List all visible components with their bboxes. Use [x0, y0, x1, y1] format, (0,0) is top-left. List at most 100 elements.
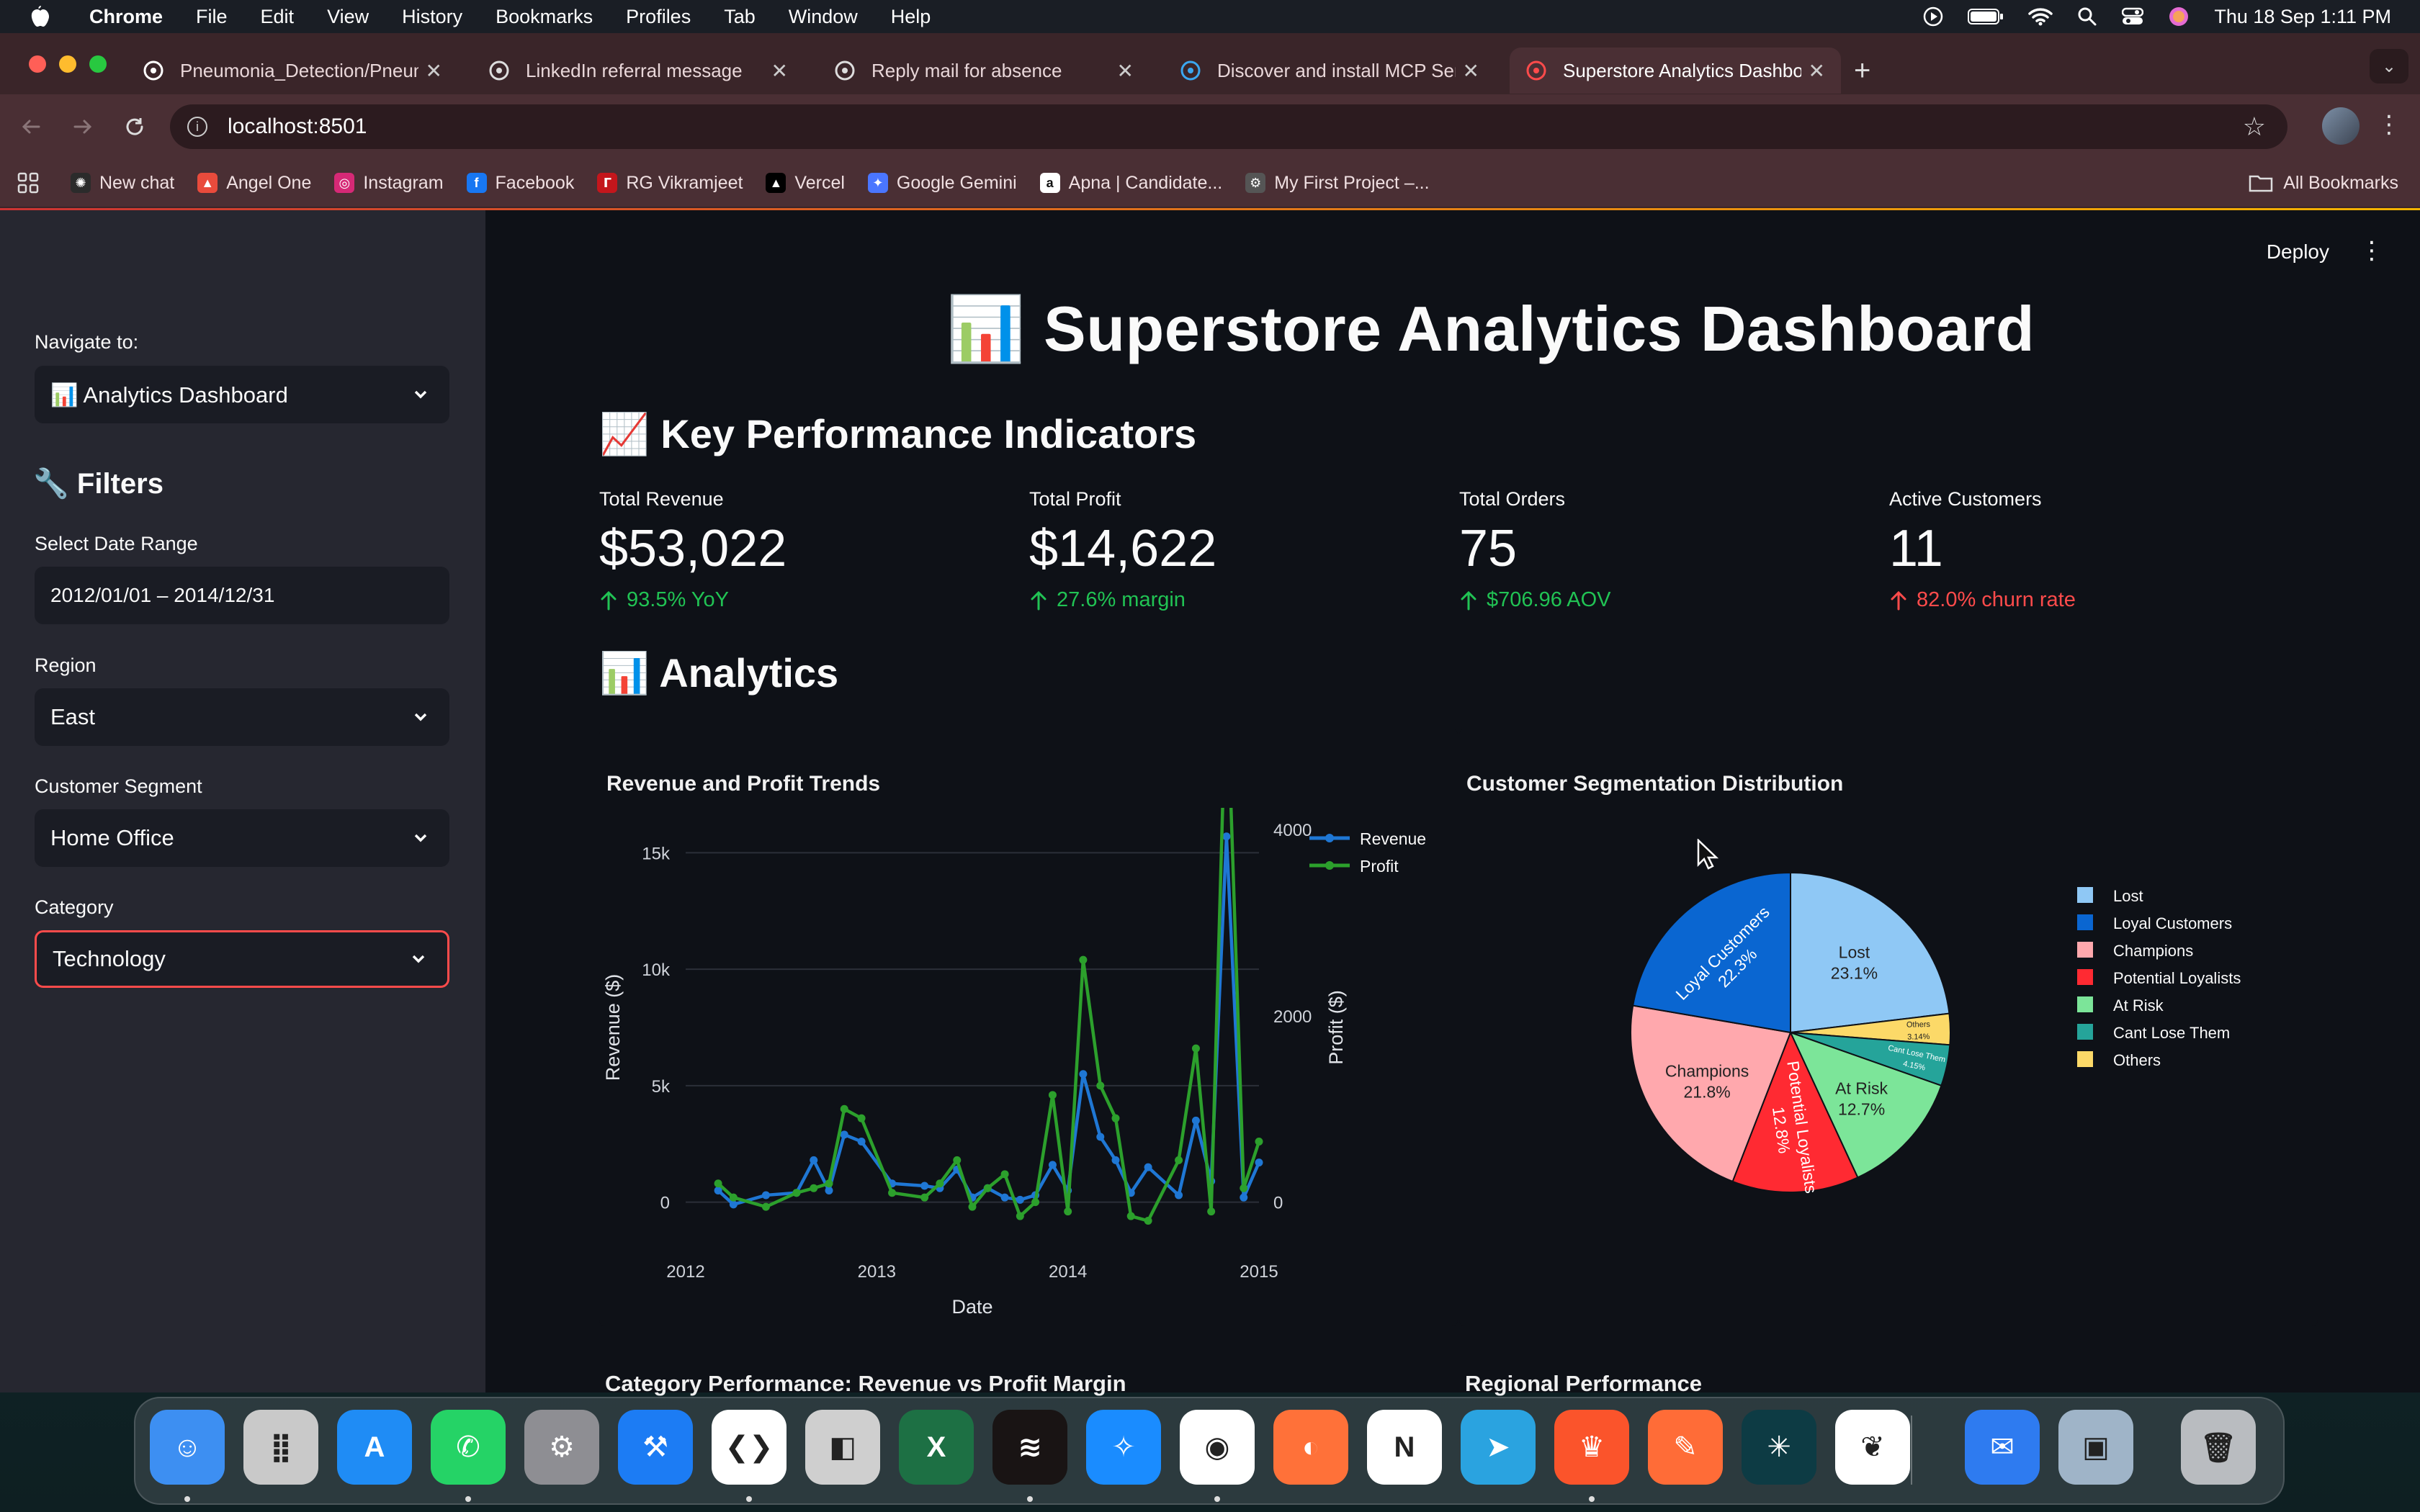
- bookmark-item[interactable]: ᒥ RG Vikramjeet: [597, 173, 743, 194]
- siri-icon[interactable]: [2168, 6, 2190, 27]
- menu-tab[interactable]: Tab: [724, 6, 756, 28]
- y2-tick-label: 2000: [1273, 1007, 1312, 1027]
- firefox-icon[interactable]: ◐: [1273, 1410, 1348, 1485]
- bookmark-star-icon[interactable]: ☆: [2243, 112, 2266, 142]
- spotlight-search-icon[interactable]: [2077, 6, 2097, 27]
- spotify-icon[interactable]: ≋: [992, 1410, 1067, 1485]
- app-menu-icon[interactable]: ⋮: [2360, 236, 2384, 265]
- x-tick-label: 2012: [666, 1262, 704, 1282]
- y-axis-label: Revenue ($): [602, 974, 624, 1081]
- mail-icon[interactable]: ✉: [1965, 1410, 2040, 1485]
- deploy-button[interactable]: Deploy: [2267, 240, 2329, 264]
- launchpad-icon[interactable]: ⣿: [243, 1410, 318, 1485]
- site-info-icon[interactable]: i: [187, 117, 207, 137]
- revenue-profit-chart[interactable]: Revenue and Profit Trends 0 5k 10k 15k 0 2000…: [599, 729, 1458, 1326]
- preview-icon[interactable]: ▣: [2058, 1410, 2133, 1485]
- bookmark-item[interactable]: ⚙ My First Project –...: [1245, 173, 1430, 194]
- trash-icon[interactable]: 🗑: [2181, 1410, 2256, 1485]
- close-tab-icon[interactable]: ✕: [771, 59, 788, 83]
- brave-icon[interactable]: ♛: [1554, 1410, 1629, 1485]
- finder-icon[interactable]: ☺: [150, 1410, 225, 1485]
- menu-view[interactable]: View: [327, 6, 369, 28]
- url-text[interactable]: localhost:8501: [228, 114, 367, 139]
- kpi-delta: $706.96 AOV: [1459, 588, 1611, 612]
- notion-icon[interactable]: N: [1367, 1410, 1442, 1485]
- excel-icon[interactable]: X: [899, 1410, 974, 1485]
- close-tab-icon[interactable]: ✕: [1809, 59, 1825, 83]
- reload-button[interactable]: [115, 107, 154, 146]
- regional-performance-title: Regional Performance: [1465, 1371, 1703, 1396]
- mongodb-icon[interactable]: ❦: [1835, 1410, 1910, 1485]
- bookmark-item[interactable]: ✦ Google Gemini: [867, 173, 1017, 194]
- menu-edit[interactable]: Edit: [261, 6, 295, 28]
- address-bar[interactable]: i localhost:8501 ☆: [170, 104, 2287, 149]
- kpi-delta: 93.5% YoY: [599, 588, 786, 612]
- menubar-datetime[interactable]: Thu 18 Sep 1:11 PM: [2214, 6, 2391, 28]
- perplexity-icon[interactable]: ✳: [1742, 1410, 1816, 1485]
- bookmark-item[interactable]: f Facebook: [466, 173, 574, 194]
- bookmark-item[interactable]: ◎ Instagram: [334, 173, 444, 194]
- data-point: [729, 1200, 738, 1209]
- xcode-icon[interactable]: ⚒: [618, 1410, 693, 1485]
- browser-tab[interactable]: Pneumonia_Detection/Pneum ✕: [127, 48, 458, 94]
- legend-label: At Risk: [2113, 996, 2164, 1014]
- category-select[interactable]: Technology: [35, 930, 449, 988]
- new-tab-button[interactable]: +: [1854, 55, 1870, 87]
- data-point: [825, 1186, 833, 1194]
- navigate-select[interactable]: 📊 Analytics Dashboard: [35, 366, 449, 423]
- menu-window[interactable]: Window: [789, 6, 858, 28]
- postman-icon[interactable]: ✎: [1648, 1410, 1723, 1485]
- zoom-window-button[interactable]: [89, 55, 107, 73]
- chrome-icon[interactable]: ◉: [1180, 1410, 1255, 1485]
- browser-tab[interactable]: Reply mail for absence ✕: [818, 48, 1150, 94]
- data-point: [1016, 1195, 1024, 1204]
- segment-select[interactable]: Home Office: [35, 809, 449, 867]
- play-status-icon[interactable]: [1923, 6, 1943, 27]
- battery-icon[interactable]: [1968, 7, 2004, 26]
- menu-file[interactable]: File: [196, 6, 228, 28]
- telegram-icon[interactable]: ➤: [1461, 1410, 1536, 1485]
- menu-history[interactable]: History: [402, 6, 462, 28]
- date-range-input[interactable]: 2012/01/01 – 2014/12/31: [35, 567, 449, 624]
- control-center-icon[interactable]: [2122, 7, 2144, 26]
- app-name-menu[interactable]: Chrome: [89, 6, 163, 28]
- bookmark-item[interactable]: ▲ Angel One: [197, 173, 311, 194]
- close-tab-icon[interactable]: ✕: [1117, 59, 1134, 83]
- bookmark-item[interactable]: ✺ New chat: [71, 173, 174, 194]
- browser-tab[interactable]: LinkedIn referral message ✕: [472, 48, 804, 94]
- chrome-menu-icon[interactable]: ⋮: [2377, 110, 2401, 139]
- vscode-icon[interactable]: ❮❯: [712, 1410, 786, 1485]
- rectangle-icon[interactable]: ◧: [805, 1410, 880, 1485]
- back-button[interactable]: [12, 107, 50, 146]
- segmentation-pie-chart[interactable]: Customer Segmentation Distribution Lost 2…: [1459, 729, 2318, 1326]
- chart-icon: [1525, 60, 1547, 81]
- menu-profiles[interactable]: Profiles: [626, 6, 691, 28]
- close-window-button[interactable]: [29, 55, 46, 73]
- apps-grid-icon[interactable]: [17, 172, 39, 194]
- system-settings-icon[interactable]: ⚙: [524, 1410, 599, 1485]
- region-select[interactable]: East: [35, 688, 449, 746]
- apple-menu-icon[interactable]: [29, 5, 49, 28]
- bookmark-label: Angel One: [226, 172, 312, 193]
- bookmark-item[interactable]: a Apna | Candidate...: [1039, 173, 1222, 194]
- forward-button[interactable]: [63, 107, 102, 146]
- tab-title: Reply mail for absence: [871, 59, 1062, 81]
- browser-tab[interactable]: Superstore Analytics Dashboa ✕: [1510, 48, 1841, 94]
- all-bookmarks-button[interactable]: All Bookmarks: [2249, 173, 2398, 194]
- close-tab-icon[interactable]: ✕: [1463, 59, 1479, 83]
- profile-avatar[interactable]: [2322, 107, 2360, 145]
- browser-tab[interactable]: Discover and install MCP Ser ✕: [1164, 48, 1495, 94]
- bookmark-item[interactable]: ▲ Vercel: [766, 173, 845, 194]
- x-tick-label: 2014: [1049, 1262, 1087, 1282]
- app-store-icon[interactable]: A: [337, 1410, 412, 1485]
- safari-icon[interactable]: ✧: [1086, 1410, 1161, 1485]
- menu-bookmarks[interactable]: Bookmarks: [496, 6, 593, 28]
- tab-search-button[interactable]: ⌄: [2370, 49, 2408, 84]
- minimize-window-button[interactable]: [59, 55, 76, 73]
- data-point: [936, 1179, 944, 1188]
- menu-help[interactable]: Help: [891, 6, 931, 28]
- slice-percent: 12.7%: [1838, 1100, 1885, 1119]
- close-tab-icon[interactable]: ✕: [426, 59, 442, 83]
- wifi-icon[interactable]: [2028, 7, 2053, 26]
- whatsapp-icon[interactable]: ✆: [431, 1410, 506, 1485]
